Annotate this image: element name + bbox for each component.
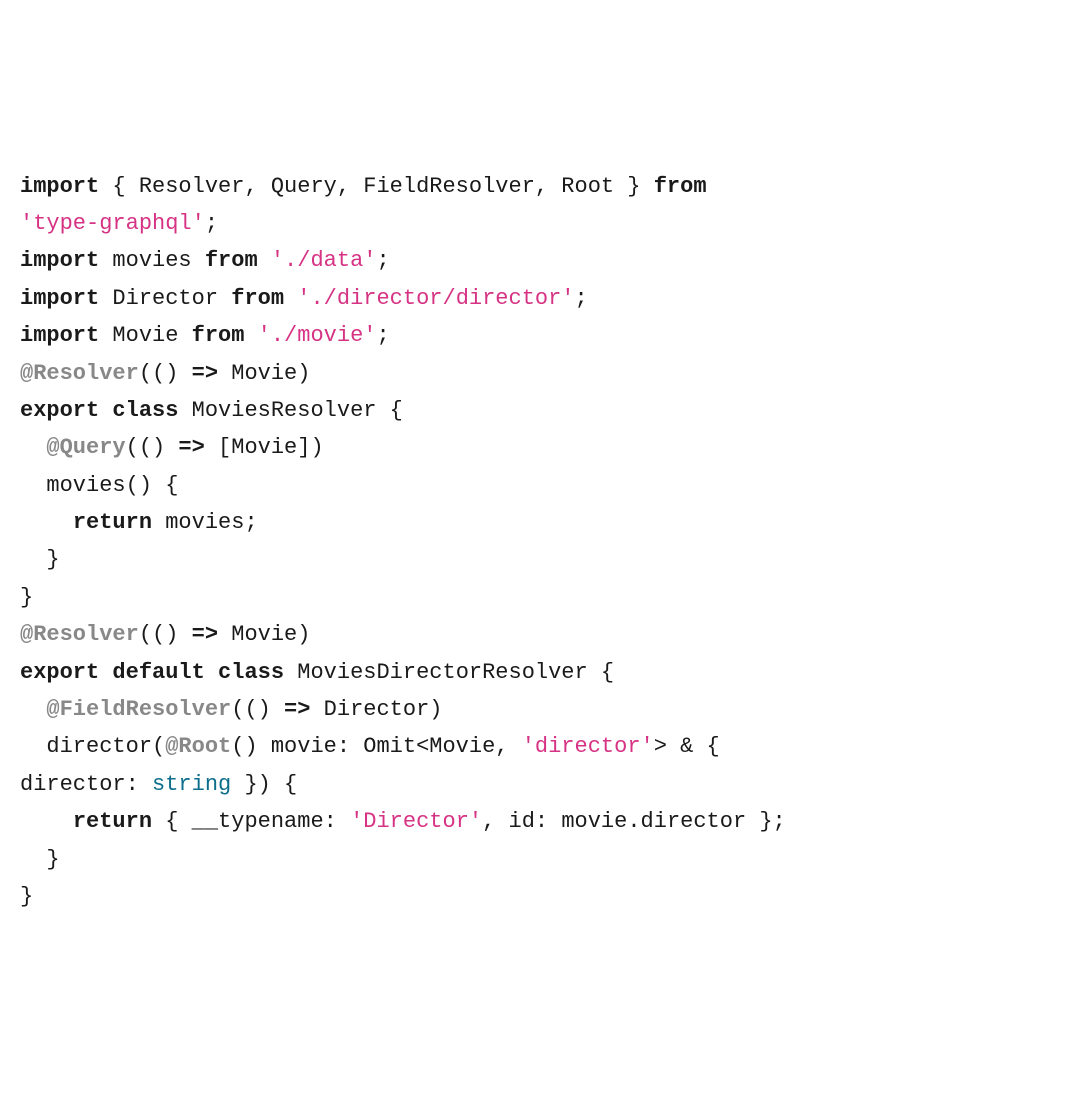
- code-line-3: import movies from './data';: [20, 242, 1068, 279]
- import-names: { Resolver, Query, FieldResolver, Root }: [99, 174, 654, 199]
- arrow: =>: [165, 435, 218, 460]
- space: [258, 248, 271, 273]
- code-line-19: director: string }) {: [20, 766, 1068, 803]
- decorator: @Query: [46, 435, 125, 460]
- code-line-5: import Movie from './movie';: [20, 317, 1068, 354]
- space: [99, 660, 112, 685]
- code-line-15: @Resolver(() => Movie): [20, 616, 1068, 653]
- code-line-11: return movies;: [20, 504, 1068, 541]
- semicolon: ;: [205, 211, 218, 236]
- code-line-2: 'type-graphql';: [20, 205, 1068, 242]
- space: [244, 323, 257, 348]
- import-names: Director: [99, 286, 231, 311]
- import-names: Movie: [99, 323, 191, 348]
- class-name: MoviesResolver {: [178, 398, 402, 423]
- code-line-12: }: [20, 541, 1068, 578]
- method-start: director(: [20, 734, 165, 759]
- keyword-from: from: [205, 248, 258, 273]
- code-line-16: export default class MoviesDirectorResol…: [20, 654, 1068, 691]
- keyword-from: from: [192, 323, 245, 348]
- indent: [20, 510, 73, 535]
- keyword-class: class: [112, 398, 178, 423]
- code-line-9: @Query(() => [Movie]): [20, 429, 1068, 466]
- code-line-18: director(@Root() movie: Omit<Movie, 'dir…: [20, 728, 1068, 765]
- identifier: Director): [324, 697, 443, 722]
- space: [707, 174, 720, 199]
- code-line-4: import Director from './director/directo…: [20, 280, 1068, 317]
- semicolon: ;: [376, 248, 389, 273]
- code-line-1: import { Resolver, Query, FieldResolver,…: [20, 168, 1068, 205]
- code-line-10: movies() {: [20, 467, 1068, 504]
- close-brace: }: [20, 884, 33, 909]
- indent: [20, 697, 46, 722]
- param-close: }) {: [231, 772, 297, 797]
- keyword-import: import: [20, 323, 99, 348]
- object-end: , id: movie.director };: [482, 809, 786, 834]
- type-annotation: string: [152, 772, 231, 797]
- identifier: Movie): [231, 361, 310, 386]
- code-line-8: export class MoviesResolver {: [20, 392, 1068, 429]
- code-line-20: return { __typename: 'Director', id: mov…: [20, 803, 1068, 840]
- close-brace: }: [20, 847, 60, 872]
- space: [205, 660, 218, 685]
- paren: ((): [126, 435, 166, 460]
- space: [99, 398, 112, 423]
- param-cont: director:: [20, 772, 152, 797]
- param: () movie: Omit<Movie,: [231, 734, 521, 759]
- paren: ((): [139, 622, 179, 647]
- param-end: > & {: [654, 734, 733, 759]
- keyword-class: class: [218, 660, 284, 685]
- indent: [20, 809, 73, 834]
- code-block: import { Resolver, Query, FieldResolver,…: [20, 168, 1068, 916]
- code-line-13: }: [20, 579, 1068, 616]
- method-def: movies() {: [20, 473, 178, 498]
- paren: ((): [231, 697, 271, 722]
- keyword-export: export: [20, 660, 99, 685]
- object-start: { __typename:: [152, 809, 350, 834]
- space: [284, 286, 297, 311]
- string-literal: './movie': [258, 323, 377, 348]
- close-brace: }: [20, 585, 33, 610]
- keyword-default: default: [112, 660, 204, 685]
- arrow: =>: [178, 622, 231, 647]
- import-names: movies: [99, 248, 205, 273]
- decorator: @FieldResolver: [46, 697, 231, 722]
- class-name: MoviesDirectorResolver {: [284, 660, 614, 685]
- code-line-17: @FieldResolver(() => Director): [20, 691, 1068, 728]
- arrow: =>: [178, 361, 231, 386]
- semicolon: ;: [575, 286, 588, 311]
- identifier: [Movie]): [218, 435, 324, 460]
- string-literal: 'type-graphql': [20, 211, 205, 236]
- keyword-import: import: [20, 174, 99, 199]
- identifier: Movie): [231, 622, 310, 647]
- string-literal: './director/director': [297, 286, 574, 311]
- indent: [20, 435, 46, 460]
- keyword-from: from: [231, 286, 284, 311]
- keyword-return: return: [73, 809, 152, 834]
- code-line-22: }: [20, 878, 1068, 915]
- string-literal: 'Director': [350, 809, 482, 834]
- decorator: @Resolver: [20, 361, 139, 386]
- keyword-export: export: [20, 398, 99, 423]
- code-line-7: @Resolver(() => Movie): [20, 355, 1068, 392]
- keyword-from: from: [654, 174, 707, 199]
- arrow: =>: [271, 697, 324, 722]
- semicolon: ;: [376, 323, 389, 348]
- close-brace: }: [20, 547, 60, 572]
- paren: ((): [139, 361, 179, 386]
- decorator: @Resolver: [20, 622, 139, 647]
- keyword-import: import: [20, 248, 99, 273]
- keyword-import: import: [20, 286, 99, 311]
- decorator: @Root: [165, 734, 231, 759]
- expression: movies;: [152, 510, 258, 535]
- code-line-21: }: [20, 841, 1068, 878]
- string-literal: 'director': [522, 734, 654, 759]
- string-literal: './data': [271, 248, 377, 273]
- keyword-return: return: [73, 510, 152, 535]
